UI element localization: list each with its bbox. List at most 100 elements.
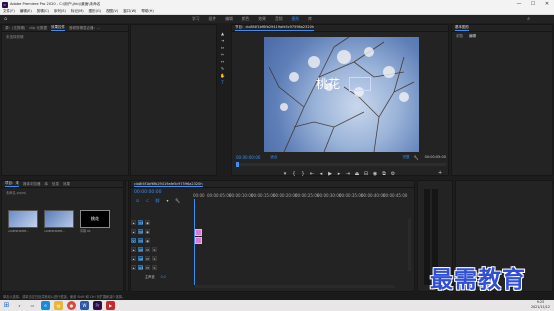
mark-out-icon[interactable]: } bbox=[300, 171, 306, 177]
mute-icon[interactable]: M bbox=[145, 256, 150, 261]
program-video-frame[interactable]: 桃花 bbox=[264, 37, 419, 152]
track-select-tool-icon[interactable]: ⇥ bbox=[219, 37, 226, 44]
tab-media-browser[interactable]: 媒体浏览器 bbox=[23, 182, 41, 187]
nest-icon[interactable]: ⊡ bbox=[134, 197, 141, 204]
compare-icon[interactable]: ⧉ bbox=[381, 171, 387, 177]
track-header-v3[interactable]: 🔒︎ V3 ◉ bbox=[131, 218, 193, 227]
workspace-color[interactable]: 颜色 bbox=[242, 16, 250, 22]
go-to-out-icon[interactable]: ⇥ bbox=[345, 171, 351, 177]
track-name[interactable]: A1 bbox=[138, 247, 143, 252]
program-monitor-tab[interactable]: 节目：clo8f4f1bf6fb29419afe5c97596a2320h bbox=[235, 25, 315, 31]
menu-window[interactable]: 窗口(W) bbox=[123, 9, 136, 14]
tab-effect-controls[interactable]: 效果控件 bbox=[50, 25, 65, 31]
step-forward-icon[interactable]: ▸ bbox=[336, 171, 342, 177]
windows-start-icon[interactable]: ⊞ bbox=[2, 301, 11, 310]
timeline-timecode[interactable]: 00:00:00:00 bbox=[134, 190, 161, 195]
track-name[interactable]: A3 bbox=[138, 265, 143, 270]
step-back-icon[interactable]: ◂ bbox=[318, 171, 324, 177]
tab-libraries[interactable]: 库 bbox=[45, 182, 49, 187]
track-name[interactable]: V1 bbox=[138, 238, 143, 243]
lock-icon[interactable]: 🔒︎ bbox=[131, 265, 136, 270]
add-marker-icon[interactable]: ▾ bbox=[164, 197, 171, 204]
search-icon[interactable]: ⌕ bbox=[527, 16, 530, 22]
premiere-taskbar-icon[interactable]: Pr bbox=[93, 301, 102, 310]
lock-icon[interactable]: 🔒︎ bbox=[131, 247, 136, 252]
eye-icon[interactable]: ◉ bbox=[145, 229, 150, 234]
track-header-a3[interactable]: 🔒︎ A3 M S bbox=[131, 263, 193, 272]
program-timecode[interactable]: 00:00:00:00 bbox=[236, 155, 260, 160]
tab-edit[interactable]: 编辑 bbox=[469, 34, 476, 39]
menu-clip[interactable]: 剪辑(C) bbox=[37, 9, 49, 14]
task-search-icon[interactable]: ⌕ bbox=[15, 301, 24, 310]
tab-effects[interactable]: 效果 bbox=[63, 182, 70, 187]
snap-icon[interactable]: ⊂ bbox=[144, 197, 151, 204]
project-item[interactable]: clo8f4f1bf6f... bbox=[8, 210, 38, 233]
menu-marker[interactable]: 标记(M) bbox=[71, 9, 84, 14]
mute-icon[interactable]: M bbox=[145, 247, 150, 252]
solo-icon[interactable]: S bbox=[152, 265, 157, 270]
track-name[interactable]: A2 bbox=[138, 256, 143, 261]
home-icon[interactable]: ⌂ bbox=[4, 16, 7, 22]
close-button[interactable]: ✕ bbox=[540, 0, 554, 9]
workspace-assembly[interactable]: 组件 bbox=[209, 16, 217, 22]
quality-dropdown[interactable]: 完整 bbox=[403, 155, 410, 160]
title-clip-v2[interactable] bbox=[195, 229, 202, 236]
timeline-sequence-tab[interactable]: clo8f4f1bf6fb29419afe5c97596a2320h bbox=[134, 182, 203, 187]
play-icon[interactable]: ▶ bbox=[327, 171, 333, 177]
edge-browser-icon[interactable]: e bbox=[41, 301, 50, 310]
maximize-button[interactable]: ☐ bbox=[526, 0, 540, 9]
tab-source[interactable]: 源：(无剪辑) bbox=[5, 26, 25, 31]
slip-tool-icon[interactable]: ↔ bbox=[219, 58, 226, 65]
add-button-icon[interactable]: + bbox=[438, 170, 442, 176]
project-item[interactable]: 桃花 字幕 01 bbox=[80, 210, 110, 233]
menu-edit[interactable]: 编辑(E) bbox=[20, 9, 32, 14]
tab-browse[interactable]: 浏览 bbox=[456, 34, 463, 39]
razor-tool-icon[interactable]: ✂ bbox=[219, 51, 226, 58]
text-bounding-box[interactable] bbox=[349, 77, 371, 91]
track-header-a1[interactable]: 🔒︎ A1 M S bbox=[131, 245, 193, 254]
workspace-learn[interactable]: 学习 bbox=[192, 16, 200, 22]
selection-tool-icon[interactable]: ▲ bbox=[219, 30, 226, 37]
workspace-libraries[interactable]: 库 bbox=[308, 16, 312, 22]
file-explorer-icon[interactable]: ▤ bbox=[54, 301, 63, 310]
menu-file[interactable]: 文件(F) bbox=[3, 9, 15, 14]
fit-dropdown[interactable]: 适合 bbox=[270, 155, 277, 160]
project-item[interactable]: clo8f4f1bf6f... bbox=[44, 210, 74, 233]
solo-icon[interactable]: S bbox=[152, 256, 157, 261]
menu-sequence[interactable]: 序列(S) bbox=[54, 9, 66, 14]
tab-audio-mixer[interactable]: 音频剪辑混合器：... bbox=[69, 26, 100, 31]
minimize-button[interactable]: — bbox=[512, 0, 526, 9]
mark-in-icon[interactable]: { bbox=[291, 171, 297, 177]
marker-icon[interactable]: ▾ bbox=[282, 171, 288, 177]
hand-tool-icon[interactable]: ✋ bbox=[219, 72, 226, 79]
chrome-icon[interactable]: ● bbox=[67, 301, 76, 310]
track-name[interactable]: V2 bbox=[138, 229, 143, 234]
timeline-settings-icon[interactable]: 🔧︎ bbox=[174, 197, 181, 204]
solo-icon[interactable]: S bbox=[152, 247, 157, 252]
workspace-graphics[interactable]: 图形 bbox=[292, 16, 300, 22]
eye-icon[interactable]: ◉ bbox=[145, 238, 150, 243]
lock-icon[interactable]: 🔒︎ bbox=[131, 229, 136, 234]
title-overlay-text[interactable]: 桃花 bbox=[316, 75, 340, 92]
timeline-ruler[interactable]: 00:00 00:00:05:00 00:00:10:00 00:00:15:0… bbox=[193, 193, 411, 199]
word-icon[interactable]: W bbox=[80, 301, 89, 310]
program-scrubber[interactable] bbox=[236, 162, 446, 167]
master-value[interactable]: 0.0 bbox=[161, 275, 166, 279]
video-clip-v1[interactable] bbox=[195, 237, 202, 244]
track-header-a2[interactable]: 🔒︎ A2 M S bbox=[131, 254, 193, 263]
track-header-v1[interactable]: V V1 ◉ bbox=[131, 236, 193, 245]
linked-selection-icon[interactable]: ⛓ bbox=[154, 197, 161, 204]
settings-icon[interactable]: ⚙ bbox=[390, 171, 396, 177]
lock-icon[interactable]: 🔒︎ bbox=[131, 256, 136, 261]
lock-icon[interactable]: 🔒︎ bbox=[131, 220, 136, 225]
track-name[interactable]: V3 bbox=[138, 220, 143, 225]
go-to-in-icon[interactable]: ⇤ bbox=[309, 171, 315, 177]
tab-info[interactable]: 信息 bbox=[52, 182, 59, 187]
menu-view[interactable]: 视图(V) bbox=[106, 9, 118, 14]
timeline-horizontal-scrollbar[interactable] bbox=[195, 285, 395, 288]
workspace-effects[interactable]: 效果 bbox=[258, 16, 266, 22]
type-tool-icon[interactable]: T bbox=[219, 79, 226, 86]
export-frame-icon[interactable]: ◉ bbox=[372, 171, 378, 177]
taskbar-date[interactable]: 2021/11/12 bbox=[531, 305, 550, 310]
tab-metadata[interactable]: clip 元数据 bbox=[29, 26, 47, 31]
